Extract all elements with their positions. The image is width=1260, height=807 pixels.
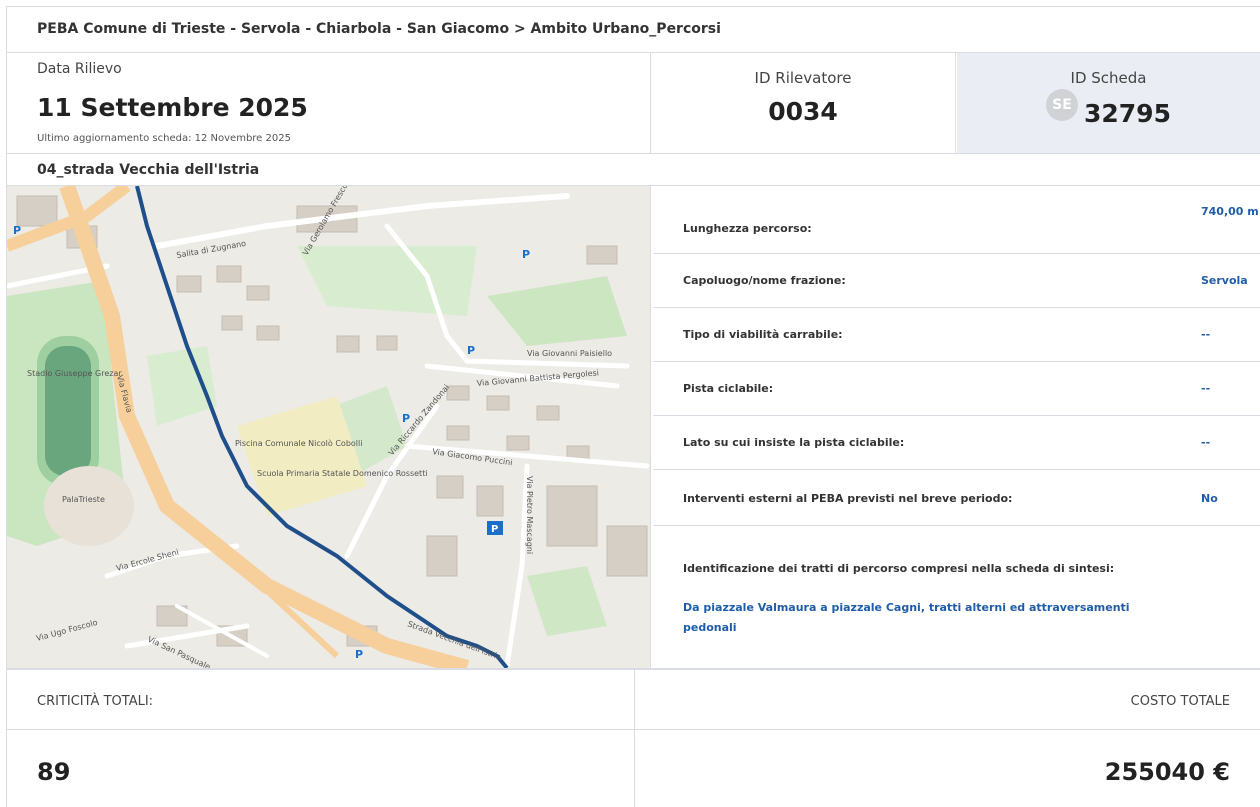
last-updated: Ultimo aggiornamento scheda: 12 Novembre… xyxy=(37,133,291,144)
scheda-cell: ID Scheda SE 32795 xyxy=(957,53,1260,153)
parking-icon: P xyxy=(355,648,363,661)
scheda-value: 32795 xyxy=(1084,99,1171,128)
costo-label: COSTO TOTALE xyxy=(1130,694,1230,709)
page-title: PEBA Comune di Trieste - Servola - Chiar… xyxy=(37,21,721,37)
place-label: Stadio Giuseppe Grezar xyxy=(27,369,122,378)
rilevatore-cell: ID Rilevatore 0034 xyxy=(651,53,956,153)
scheda-label: ID Scheda xyxy=(1070,69,1147,87)
route-map[interactable]: Salita di Zugnano Via Giovanni Paisiello… xyxy=(7,186,651,668)
place-label: PalaTrieste xyxy=(62,495,105,504)
detail-label: Lunghezza percorso: xyxy=(683,222,812,235)
totals-labels: CRITICITÀ TOTALI: COSTO TOTALE xyxy=(7,670,1260,730)
route-name-bar: 04_strada Vecchia dell'Istria xyxy=(7,154,1260,186)
scheda-card: PEBA Comune di Trieste - Servola - Chiar… xyxy=(6,6,1260,807)
detail-value: -- xyxy=(1201,382,1211,395)
tratti-label: Identificazione dei tratti di percorso c… xyxy=(683,562,1115,575)
parking-icon: P xyxy=(467,344,475,357)
parking-icon: P xyxy=(13,224,21,237)
criticita-value: 89 xyxy=(37,758,71,786)
detail-row: Interventi esterni al PEBA previsti nel … xyxy=(653,470,1260,526)
criticita-label: CRITICITÀ TOTALI: xyxy=(37,694,154,709)
detail-label: Pista ciclabile: xyxy=(683,382,774,395)
parking-icon: P xyxy=(522,248,530,261)
detail-row: Lunghezza percorso: 740,00 m xyxy=(653,186,1260,254)
palatrieste-icon xyxy=(44,466,134,546)
meta-section: Data Rilievo 11 Settembre 2025 Ultimo ag… xyxy=(7,53,1260,154)
date-value: 11 Settembre 2025 xyxy=(37,93,308,122)
date-label: Data Rilievo xyxy=(37,61,122,77)
street-label: Via Pietro Mascagni xyxy=(525,476,534,554)
rilevatore-label: ID Rilevatore xyxy=(754,69,852,87)
rilevatore-value: 0034 xyxy=(768,97,838,126)
svg-text:P: P xyxy=(491,524,498,535)
detail-label: Tipo di viabilità carrabile: xyxy=(683,328,843,341)
detail-value: -- xyxy=(1201,328,1211,341)
detail-value: Servola xyxy=(1201,274,1248,287)
route-name: 04_strada Vecchia dell'Istria xyxy=(37,162,260,178)
detail-row: Lato su cui insiste la pista ciclabile: … xyxy=(653,416,1260,470)
detail-value: No xyxy=(1201,492,1218,505)
detail-value: 740,00 m xyxy=(1201,205,1259,218)
map-canvas[interactable]: Salita di Zugnano Via Giovanni Paisiello… xyxy=(7,186,651,668)
detail-value: -- xyxy=(1201,436,1211,449)
parking-icon: P xyxy=(402,412,410,425)
place-label: Scuola Primaria Statale Domenico Rossett… xyxy=(257,469,428,478)
costo-value: 255040 € xyxy=(1104,758,1230,786)
tratti-value: Da piazzale Valmaura a piazzale Cagni, t… xyxy=(683,601,1130,634)
details-panel: Lunghezza percorso: 740,00 m Capoluogo/n… xyxy=(653,186,1260,668)
detail-row: Pista ciclabile: -- xyxy=(653,362,1260,416)
detail-label: Interventi esterni al PEBA previsti nel … xyxy=(683,492,1013,505)
detail-label: Capoluogo/nome frazione: xyxy=(683,274,846,287)
scheda-badge: SE xyxy=(1046,88,1078,121)
tratti-block: Identificazione dei tratti di percorso c… xyxy=(653,526,1260,668)
street-label: Via Giovanni Paisiello xyxy=(527,349,612,358)
place-label: Piscina Comunale Nicolò Cobolli xyxy=(235,438,362,448)
title-bar: PEBA Comune di Trieste - Servola - Chiar… xyxy=(7,7,1260,53)
detail-row: Capoluogo/nome frazione: Servola xyxy=(653,254,1260,308)
totals-values: 89 255040 € xyxy=(7,730,1260,807)
detail-row: Tipo di viabilità carrabile: -- xyxy=(653,308,1260,362)
detail-label: Lato su cui insiste la pista ciclabile: xyxy=(683,436,905,449)
main-section: Salita di Zugnano Via Giovanni Paisiello… xyxy=(7,186,1260,670)
date-cell: Data Rilievo 11 Settembre 2025 Ultimo ag… xyxy=(7,53,651,153)
